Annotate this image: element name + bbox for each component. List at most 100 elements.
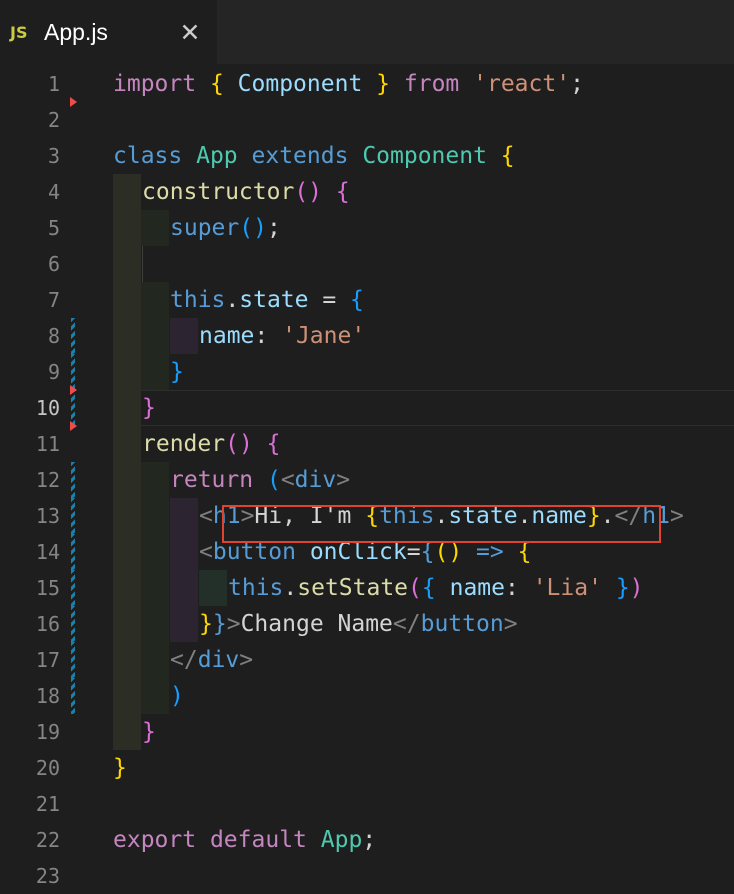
- indent-guide: [113, 570, 141, 606]
- line-number: 8: [47, 324, 60, 348]
- code-line: 20 }: [0, 750, 734, 786]
- code-text: </div>: [170, 647, 254, 673]
- code-text: }: [142, 719, 156, 745]
- line-number: 23: [35, 864, 60, 888]
- indent-guide: [113, 174, 141, 210]
- code-line: 16 }}>Change Name</button>: [0, 606, 734, 642]
- indent-guide: [141, 678, 169, 714]
- code-text: import { Component } from 'react';: [113, 71, 584, 97]
- line-number: 12: [35, 468, 60, 492]
- code-line: 2: [0, 102, 734, 138]
- line-number: 17: [35, 648, 60, 672]
- line-number: 21: [35, 792, 60, 816]
- line-number: 14: [35, 540, 60, 564]
- indent-guide: [113, 318, 141, 354]
- code-text: return (<div>: [170, 467, 351, 493]
- indent-guide: [170, 318, 198, 354]
- git-deleted-marker: [70, 385, 77, 395]
- line-number: 6: [47, 252, 60, 276]
- code-editor[interactable]: 1 import { Component } from 'react'; 2 3…: [0, 64, 734, 888]
- git-modified-marker: [71, 606, 75, 642]
- indent-guide: [113, 534, 141, 570]
- code-text: ): [170, 683, 184, 709]
- line-number: 20: [35, 756, 60, 780]
- current-line-highlight: [113, 390, 734, 426]
- code-text: super();: [170, 215, 281, 241]
- code-text: render() {: [142, 431, 281, 457]
- indent-guide: [170, 606, 198, 642]
- code-line: 1 import { Component } from 'react';: [0, 66, 734, 102]
- indent-guide: [113, 606, 141, 642]
- code-text: this.state = {: [170, 287, 364, 313]
- git-modified-marker: [71, 570, 75, 606]
- code-line: 12 return (<div>: [0, 462, 734, 498]
- code-line: 4 constructor() {: [0, 174, 734, 210]
- git-modified-marker: [71, 642, 75, 678]
- code-line: 6: [0, 246, 734, 282]
- line-number: 2: [47, 108, 60, 132]
- line-number: 16: [35, 612, 60, 636]
- highlight-annotation-box: [222, 505, 661, 543]
- line-number: 10: [35, 396, 60, 420]
- code-text: }: [113, 755, 127, 781]
- indent-guide: [113, 210, 141, 246]
- indent-guide: [141, 354, 169, 390]
- line-number: 7: [47, 288, 60, 312]
- git-modified-marker: [71, 678, 75, 714]
- close-icon[interactable]: ✕: [174, 14, 206, 50]
- line-number: 9: [47, 360, 60, 384]
- indent-guide: [141, 534, 169, 570]
- indent-guide: [113, 282, 141, 318]
- indent-guide: [141, 462, 169, 498]
- line-number: 13: [35, 504, 60, 528]
- git-modified-marker: [71, 498, 75, 534]
- code-line: 22 export default App;: [0, 822, 734, 858]
- indent-guide: [113, 714, 141, 750]
- line-number: 19: [35, 720, 60, 744]
- code-text: export default App;: [113, 827, 377, 853]
- indent-guide: [113, 246, 141, 282]
- code-line: 17 </div>: [0, 642, 734, 678]
- code-line-active: 10 }: [0, 390, 734, 426]
- indent-guide: [113, 390, 141, 426]
- code-line: 19 }: [0, 714, 734, 750]
- javascript-file-icon: JS: [10, 22, 28, 42]
- code-line: 18 ): [0, 678, 734, 714]
- indent-guide: [199, 570, 227, 606]
- indent-guide: [141, 282, 169, 318]
- code-text: }: [142, 395, 156, 421]
- indent-guide: [141, 498, 169, 534]
- line-number: 11: [35, 432, 60, 456]
- code-line: 23: [0, 858, 734, 894]
- indent-guide: [170, 534, 198, 570]
- code-text: }}>Change Name</button>: [199, 611, 518, 637]
- indent-guide: [113, 678, 141, 714]
- line-number: 15: [35, 576, 60, 600]
- indent-guide: [170, 498, 198, 534]
- code-text: constructor() {: [142, 179, 350, 205]
- code-line: 11 render() {: [0, 426, 734, 462]
- line-number: 18: [35, 684, 60, 708]
- code-text: this.setState({ name: 'Lia' }): [228, 575, 644, 601]
- code-line: 3 class App extends Component {: [0, 138, 734, 174]
- line-number: 22: [35, 828, 60, 852]
- code-line: 9 }: [0, 354, 734, 390]
- indent-guide: [113, 354, 141, 390]
- code-line: 5 super();: [0, 210, 734, 246]
- code-line: 8 name: 'Jane': [0, 318, 734, 354]
- line-number: 3: [47, 144, 60, 168]
- tab-bar: JS App.js ✕: [0, 0, 734, 64]
- indent-guide: [141, 318, 169, 354]
- indent-guide: [141, 642, 169, 678]
- line-number: 5: [47, 216, 60, 240]
- code-line: 21: [0, 786, 734, 822]
- line-number: 4: [47, 180, 60, 204]
- tab-app-js[interactable]: JS App.js ✕: [0, 0, 218, 64]
- code-line: 15 this.setState({ name: 'Lia' }): [0, 570, 734, 606]
- indent-guide: [113, 462, 141, 498]
- indent-guide: [113, 426, 141, 462]
- git-modified-marker: [71, 534, 75, 570]
- line-number: 1: [47, 72, 60, 96]
- indent-guide: [142, 246, 143, 282]
- indent-guide: [170, 570, 198, 606]
